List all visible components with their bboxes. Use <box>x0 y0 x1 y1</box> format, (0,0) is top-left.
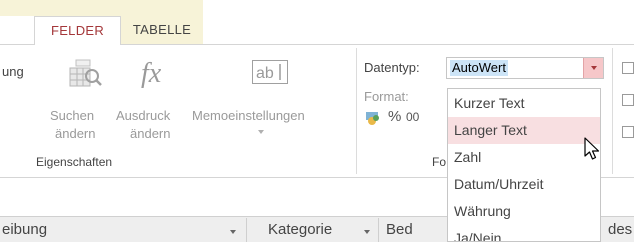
checkbox-1[interactable] <box>622 62 634 74</box>
suchen-label-2: ändern <box>55 126 96 141</box>
dropdown-option-datum-uhrzeit[interactable]: Datum/Uhrzeit <box>448 171 600 198</box>
mouse-pointer-icon <box>583 136 603 167</box>
column-header-beschreibung[interactable]: eibung <box>2 218 47 244</box>
column-filter-arrow-icon[interactable] <box>364 230 370 234</box>
tab-tabelle[interactable]: TABELLE <box>121 16 203 44</box>
dropdown-option-zahl[interactable]: Zahl <box>448 144 600 171</box>
fx-icon: fx <box>138 56 172 95</box>
ausdruck-aendern-button[interactable]: fx Ausdruck ändern <box>116 56 190 158</box>
dropdown-option-kurzer-text[interactable]: Kurzer Text <box>448 90 600 117</box>
checkbox-2[interactable] <box>622 94 634 106</box>
column-divider <box>246 218 247 242</box>
column-header-kategorie[interactable]: Kategorie <box>268 218 332 244</box>
partial-label: ung <box>2 64 24 79</box>
column-header-partial[interactable]: des <box>608 218 632 244</box>
column-filter-arrow-icon[interactable] <box>230 230 236 234</box>
thousands-format-button[interactable]: 00 <box>406 110 419 124</box>
svg-text:ab: ab <box>256 65 274 82</box>
dropdown-option-ja-nein[interactable]: Ja/Nein <box>448 225 600 241</box>
contextual-tab-stripe <box>0 0 203 16</box>
datatype-selected-value: AutoWert <box>450 60 508 76</box>
memo-ab-icon: ab <box>252 60 288 89</box>
suchen-aendern-button[interactable]: Suchen ändern <box>48 58 122 158</box>
datatype-dropdown-list: Kurzer Text Langer Text Zahl Datum/Uhrze… <box>447 88 601 242</box>
percent-format-button[interactable]: % <box>388 108 401 125</box>
memo-dropdown-arrow-icon <box>258 130 264 134</box>
group-label-eigenschaften: Eigenschaften <box>36 155 113 169</box>
datentyp-label: Datentyp: <box>364 60 420 75</box>
tab-felder[interactable]: FELDER <box>34 16 121 45</box>
group-separator-2 <box>612 48 613 174</box>
memo-label: Memoeinstellungen <box>192 108 305 123</box>
currency-format-icon[interactable] <box>364 108 382 131</box>
dropdown-option-langer-text[interactable]: Langer Text <box>448 117 600 144</box>
svg-text:fx: fx <box>141 58 162 89</box>
group-separator <box>356 48 357 174</box>
column-divider <box>378 218 379 242</box>
datatype-combobox[interactable]: AutoWert <box>446 57 604 79</box>
lookup-table-icon <box>66 58 104 97</box>
ausdruck-label-2: ändern <box>130 126 171 141</box>
format-label: Format: <box>364 89 409 104</box>
suchen-label: Suchen <box>50 108 95 123</box>
memoeinstellungen-button[interactable]: ab Memoeinstellungen <box>192 58 324 158</box>
column-header-bedingung[interactable]: Bed <box>386 218 413 244</box>
ausdruck-label: Ausdruck <box>116 108 171 123</box>
group-label-formatierung: Fo <box>432 155 447 169</box>
dropdown-option-waehrung[interactable]: Währung <box>448 198 600 225</box>
checkbox-3[interactable] <box>622 126 634 138</box>
chevron-down-icon[interactable] <box>583 58 603 78</box>
